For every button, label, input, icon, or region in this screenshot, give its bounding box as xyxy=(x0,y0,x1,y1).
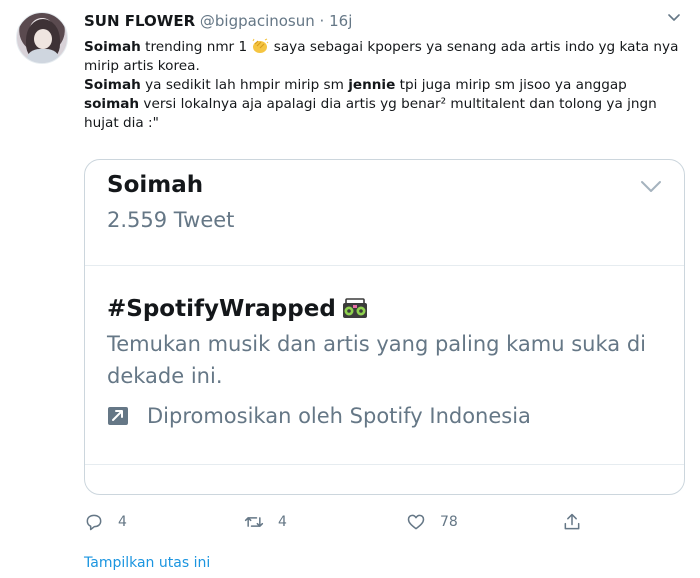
author-name[interactable]: SUN FLOWER xyxy=(84,12,195,30)
keyword-soimah-2: soimah xyxy=(84,96,140,112)
promoted-by: Dipromosikan oleh Spotify Indonesia xyxy=(107,404,667,428)
trend-title: Soimah xyxy=(107,172,204,198)
like-icon xyxy=(407,514,425,530)
clapping-hands-icon xyxy=(253,38,269,53)
tweet-text-part: tpi juga mirip sm jisoo ya anggap xyxy=(395,77,627,93)
chevron-down-icon[interactable] xyxy=(668,14,680,22)
retweet-button[interactable]: 4 xyxy=(244,512,287,532)
card-divider xyxy=(85,265,684,266)
trends-card: Soimah 2.559 Tweet #SpotifyWrapped Temuk… xyxy=(84,159,685,495)
card-divider-bottom xyxy=(85,464,684,465)
trend-item[interactable]: Soimah 2.559 Tweet xyxy=(107,172,234,232)
tweet-text-part: trending nmr 1 xyxy=(140,39,252,55)
trend-count: 2.559 Tweet xyxy=(107,208,235,232)
like-button[interactable]: 78 xyxy=(406,512,458,532)
boombox-icon xyxy=(342,298,367,318)
author-handle[interactable]: @bigpacinosun xyxy=(200,12,315,30)
keyword-jennie: jennie xyxy=(348,77,396,93)
promo-title: #SpotifyWrapped xyxy=(107,296,667,322)
avatar[interactable] xyxy=(16,12,68,64)
like-count: 78 xyxy=(440,514,458,530)
promoted-trend[interactable]: #SpotifyWrapped Temukan musik dan artis … xyxy=(107,296,667,428)
keyword-soimah: Soimah xyxy=(84,77,141,93)
share-button[interactable] xyxy=(562,512,596,532)
tweet-actions: 4 4 78 xyxy=(84,512,594,540)
tweet-time[interactable]: 16j xyxy=(329,12,352,30)
avatar-face xyxy=(34,29,52,49)
tweet-header: SUN FLOWER @bigpacinosun · 16j xyxy=(84,12,352,30)
promo-hashtag: #SpotifyWrapped xyxy=(107,296,336,322)
hashtag-soimah: Soimah xyxy=(84,39,141,55)
tweet-text-part: versi lokalnya aja apalagi dia artis yg … xyxy=(84,96,657,131)
retweet-count: 4 xyxy=(278,514,287,530)
promoted-arrow-icon xyxy=(108,407,128,425)
reply-icon xyxy=(86,514,102,531)
reply-button[interactable]: 4 xyxy=(84,512,127,532)
tweet-text: Soimah trending nmr 1 saya sebagai kpope… xyxy=(84,38,680,133)
retweet-icon xyxy=(244,517,264,527)
show-thread-link[interactable]: Tampilkan utas ini xyxy=(84,555,210,571)
tweet-text-part: ya sedikit lah hmpir mirip sm xyxy=(140,77,349,93)
reply-count: 4 xyxy=(118,514,127,530)
header-separator: · xyxy=(319,12,325,30)
promo-description: Temukan musik dan artis yang paling kamu… xyxy=(107,332,646,388)
chevron-down-icon[interactable] xyxy=(640,180,662,194)
promoted-by-label: Dipromosikan oleh Spotify Indonesia xyxy=(147,404,531,428)
avatar-body xyxy=(27,49,59,63)
share-icon xyxy=(564,513,580,530)
